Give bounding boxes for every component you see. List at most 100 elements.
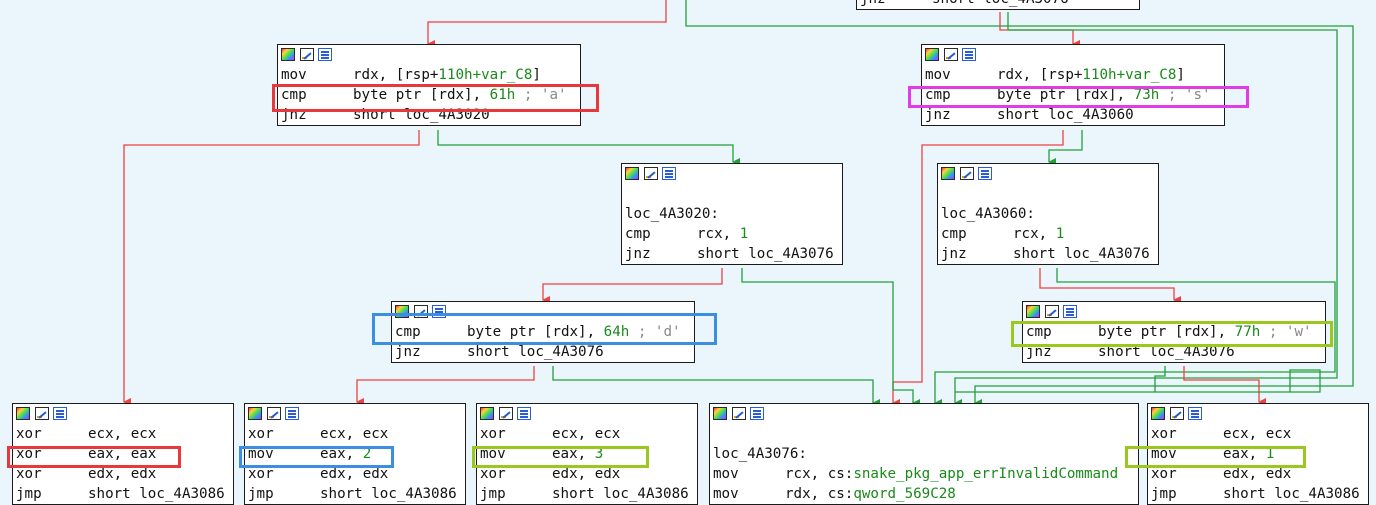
instruction-line[interactable]: mov eax, 1 xyxy=(1148,444,1368,464)
instruction-line[interactable]: xor edx, edx xyxy=(477,464,697,484)
graph-node-icon[interactable] xyxy=(285,407,299,420)
instruction-line[interactable]: xor edx, edx xyxy=(13,464,233,484)
colors-icon[interactable] xyxy=(941,167,955,180)
instruction-line[interactable]: mov rdx, [rsp+110h+var_C8] xyxy=(922,65,1224,85)
colors-icon[interactable] xyxy=(16,407,30,420)
edit-node-icon[interactable] xyxy=(414,305,428,318)
graph-node-icon[interactable] xyxy=(432,305,446,318)
code-label[interactable]: loc_4A3020: xyxy=(622,204,842,224)
node-header xyxy=(710,404,1138,424)
graph-node-icon[interactable] xyxy=(517,407,531,420)
mnemonic: jnz xyxy=(1026,344,1052,360)
colors-icon[interactable] xyxy=(281,48,295,61)
node-cmp-s[interactable]: mov rdx, [rsp+110h+var_C8] cmp byte ptr [rd… xyxy=(921,44,1225,126)
instruction-line[interactable]: xor ecx, ecx xyxy=(477,424,697,444)
colors-icon[interactable] xyxy=(1151,407,1165,420)
colors-icon[interactable] xyxy=(480,407,494,420)
operand: short loc_4A3086 xyxy=(88,486,225,502)
instruction-line[interactable]: xor edx, edx xyxy=(1148,464,1368,484)
instruction-line[interactable]: jnz short loc_4A3076 xyxy=(1023,342,1325,362)
graph-node-icon[interactable] xyxy=(53,407,67,420)
graph-node-icon[interactable] xyxy=(1063,305,1077,318)
instruction-line[interactable]: mov eax, 3 xyxy=(477,444,697,464)
instruction-line[interactable]: jnz short loc_4A3060 xyxy=(922,105,1224,125)
operand: edx, edx xyxy=(552,466,621,482)
edit-node-icon[interactable] xyxy=(944,48,958,61)
node-cmp-d[interactable]: cmp byte ptr [rdx], 64h ; 'd' jnz short loc… xyxy=(391,301,695,363)
instruction-line[interactable]: xor ecx, ecx xyxy=(245,424,465,444)
operand-tail: ] xyxy=(1176,67,1185,83)
node-ret-3[interactable]: xor ecx, ecx mov eax, 3 xor edx, edx jmp short … xyxy=(476,403,698,505)
node-ret-1[interactable]: xor ecx, ecx mov eax, 1 xor edx, edx jmp short … xyxy=(1147,403,1369,505)
colors-icon[interactable] xyxy=(1026,305,1040,318)
instruction-line[interactable]: xor ecx, ecx xyxy=(13,424,233,444)
operand: rcx, cs: xyxy=(785,466,854,482)
operand: short loc_4A3020 xyxy=(353,107,490,123)
edit-node-icon[interactable] xyxy=(732,407,746,420)
instruction-line[interactable]: jnzshort loc_4A3076 xyxy=(938,244,1158,264)
instruction-line[interactable]: jmp short loc_4A3086 xyxy=(13,484,233,504)
operand: edx, edx xyxy=(88,466,157,482)
instruction-line[interactable]: cmp byte ptr [rdx], 64h ; 'd' xyxy=(392,322,694,342)
code-label[interactable]: loc_4A3060: xyxy=(938,204,1158,224)
instruction-line[interactable]: mov eax, 2 xyxy=(245,444,465,464)
instruction-line[interactable]: jnzshort loc_4A3076 xyxy=(622,244,842,264)
instruction-line[interactable]: mov rdx, [rsp+110h+var_C8] xyxy=(278,65,580,85)
instruction-line[interactable]: cmp byte ptr [rdx], 77h ; 'w' xyxy=(1023,322,1325,342)
mnemonic: mov xyxy=(281,67,307,83)
colors-icon[interactable] xyxy=(625,167,639,180)
instruction-line[interactable]: cmp byte ptr [rdx], 61h ; 'a' xyxy=(278,85,580,105)
edit-node-icon[interactable] xyxy=(1170,407,1184,420)
instruction-line[interactable]: mov rcx, cs:snake_pkg_app_errInvalidComma… xyxy=(710,464,1138,484)
instruction-line[interactable]: jmp short loc_4A3086 xyxy=(245,484,465,504)
edit-node-icon[interactable] xyxy=(1045,305,1059,318)
colors-icon[interactable] xyxy=(395,305,409,318)
instruction-line[interactable]: jmp short loc_4A3086 xyxy=(477,484,697,504)
mnemonic: cmp xyxy=(941,226,967,242)
instruction-line[interactable]: mov rdx, cs:qword_569C28 xyxy=(710,484,1138,504)
instruction-line[interactable]: cmp rcx, 1 xyxy=(622,224,842,244)
node-header xyxy=(477,404,697,424)
instruction-line[interactable]: xor ecx, ecx xyxy=(1148,424,1368,444)
immediate-value: 61h xyxy=(489,87,516,103)
graph-node-icon[interactable] xyxy=(978,167,992,180)
node-cmp-a[interactable]: mov rdx, [rsp+110h+var_C8] cmp byte ptr [rd… xyxy=(277,44,581,126)
node-top-partial[interactable]: jnzshort loc_4A3076 xyxy=(856,0,1140,10)
graph-view[interactable]: jnz short loc_4A3076 movrdx, [rsp+110h+var… xyxy=(0,0,1376,505)
colors-icon[interactable] xyxy=(713,407,727,420)
edit-node-icon[interactable] xyxy=(267,407,281,420)
mnemonic: cmp xyxy=(281,87,307,103)
colors-icon[interactable] xyxy=(248,407,262,420)
instruction-line[interactable]: jmp short loc_4A3086 xyxy=(1148,484,1368,504)
node-loc-4A3060[interactable]: loc_4A3060: cmp rcx, 1 jnz short loc_4A3076 xyxy=(937,163,1159,265)
edit-node-icon[interactable] xyxy=(960,167,974,180)
instruction-line[interactable]: cmp rcx, 1 xyxy=(938,224,1158,244)
node-loc-4A3076[interactable]: loc_4A3076: mov rcx, cs:snake_pkg_app_errI… xyxy=(709,403,1139,505)
mnemonic: jnz xyxy=(625,246,651,262)
operand: eax, eax xyxy=(88,446,157,462)
graph-node-icon[interactable] xyxy=(750,407,764,420)
graph-node-icon[interactable] xyxy=(662,167,676,180)
instruction-line[interactable]: jnzshort loc_4A3076 xyxy=(857,0,1139,9)
edit-node-icon[interactable] xyxy=(300,48,314,61)
operand: ecx, ecx xyxy=(1223,426,1292,442)
node-loc-4A3020[interactable]: loc_4A3020: cmp rcx, 1 jnz short loc_4A3076 xyxy=(621,163,843,265)
operand: short loc_4A3076 xyxy=(1098,344,1235,360)
graph-node-icon[interactable] xyxy=(962,48,976,61)
instruction-line[interactable]: cmp byte ptr [rdx], 73h ; 's' xyxy=(922,85,1224,105)
edit-node-icon[interactable] xyxy=(35,407,49,420)
node-ret-2[interactable]: xor ecx, ecx mov eax, 2 xor edx, edx jmp short … xyxy=(244,403,466,505)
edit-node-icon[interactable] xyxy=(644,167,658,180)
code-label[interactable]: loc_4A3076: xyxy=(710,444,1138,464)
graph-node-icon[interactable] xyxy=(1188,407,1202,420)
label-text: loc_4A3060: xyxy=(941,206,1035,222)
node-cmp-w[interactable]: cmp byte ptr [rdx], 77h ; 'w' jnz short loc… xyxy=(1022,301,1326,363)
instruction-line[interactable]: jnzshort loc_4A3076 xyxy=(392,342,694,362)
edit-node-icon[interactable] xyxy=(499,407,513,420)
instruction-line[interactable]: xor edx, edx xyxy=(245,464,465,484)
colors-icon[interactable] xyxy=(925,48,939,61)
node-ret-0[interactable]: xor ecx, ecx xor eax, eax xor edx, edx jmp shor… xyxy=(12,403,234,505)
graph-node-icon[interactable] xyxy=(318,48,332,61)
instruction-line[interactable]: xor eax, eax xyxy=(13,444,233,464)
instruction-line[interactable]: jnz short loc_4A3020 xyxy=(278,105,580,125)
